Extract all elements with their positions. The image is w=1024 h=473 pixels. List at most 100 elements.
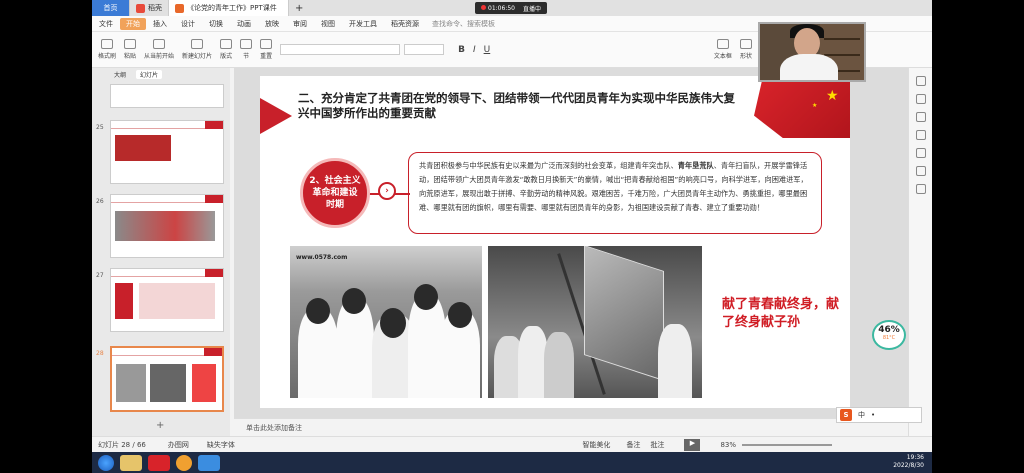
beautify-button[interactable]: 智能美化 [582, 440, 610, 450]
format-painter-button[interactable]: 格式刷 [98, 39, 116, 60]
italic-button[interactable]: I [473, 45, 476, 55]
slide-thumbnail-28[interactable] [110, 346, 224, 412]
reset-icon [260, 39, 273, 49]
photo-youth-group[interactable]: www.0578.com [290, 246, 482, 398]
webcam-overlay [758, 22, 866, 82]
menu-docer[interactable]: 稻壳资源 [384, 19, 426, 29]
slide-panel: 大纲 幻灯片 25 26 27 28 + [92, 68, 230, 436]
photo-flag-rally[interactable] [488, 246, 702, 398]
cube-icon[interactable] [915, 184, 926, 194]
arrow-icon: › [378, 182, 396, 200]
shape-button[interactable]: 形状 [739, 39, 752, 60]
tab-outline[interactable]: 大纲 [114, 70, 126, 79]
collapse-icon[interactable] [915, 76, 926, 86]
app-icon[interactable] [176, 454, 192, 471]
magic-icon[interactable] [915, 94, 926, 104]
font-name-select[interactable] [280, 44, 401, 55]
underline-button[interactable]: U [484, 45, 491, 55]
layout-button[interactable]: 版式 [220, 39, 232, 60]
sogou-icon: S [840, 409, 852, 421]
new-tab-button[interactable]: + [289, 0, 309, 16]
menu-transition[interactable]: 切换 [202, 19, 230, 29]
thumb-image [115, 283, 215, 319]
menu-view[interactable]: 视图 [314, 19, 342, 29]
menu-slideshow[interactable]: 放映 [258, 19, 286, 29]
tab-home[interactable]: 首页 [92, 0, 130, 16]
shape-icon [739, 39, 752, 49]
explorer-icon[interactable] [120, 454, 142, 471]
wps-window: 首页 稻壳 《论党的青年工作》PPT课件 + 01:06:50 直播中 文件 开始… [92, 0, 932, 452]
bold-button[interactable]: B [458, 45, 465, 55]
theme-name[interactable]: 办图网 [168, 440, 189, 450]
menu-review[interactable]: 审阅 [286, 19, 314, 29]
slide-thumbnail-25[interactable] [110, 120, 224, 184]
notes-button[interactable]: 备注 [626, 440, 640, 450]
slide-counter: 幻灯片 28 / 66 [98, 440, 146, 449]
docer-icon [136, 3, 145, 13]
menu-file[interactable]: 文件 [92, 19, 120, 29]
reset-button[interactable]: 重置 [260, 39, 272, 60]
paste-button[interactable]: 粘贴 [124, 39, 136, 60]
comments-button[interactable]: 批注 [650, 440, 664, 450]
right-sidebar [908, 68, 932, 436]
tab-slides[interactable]: 幻灯片 [136, 69, 163, 79]
textbox-icon [716, 39, 729, 49]
record-icon [481, 4, 486, 10]
settings-icon[interactable] [915, 148, 926, 158]
period-circle[interactable]: 2、社会主义革命和建设时期 [300, 158, 370, 228]
slide[interactable]: 二、充分肯定了共青团在党的领导下、团结带领一代代团员青年为实现中华民族伟大复兴中… [260, 76, 850, 408]
menu-insert[interactable]: 插入 [146, 19, 174, 29]
app-icon[interactable] [198, 454, 220, 471]
command-search[interactable]: 查找命令、搜索模板 [432, 19, 495, 29]
shape-tool-icon[interactable] [915, 130, 926, 140]
missing-font-button[interactable]: 缺失字体 [207, 440, 235, 450]
notes-area[interactable]: 单击此处添加备注 [234, 418, 908, 436]
play-icon [153, 39, 166, 49]
tab-docer[interactable]: 稻壳 [130, 0, 169, 16]
slogan-text[interactable]: 献了青春献终身，献了终身献子孙 [722, 296, 842, 332]
mic-icon: • [871, 411, 876, 419]
zoom-slider[interactable] [742, 443, 832, 446]
menu-developer[interactable]: 开发工具 [342, 19, 384, 29]
thumb-image [116, 364, 216, 402]
section-button[interactable]: 节 [240, 39, 253, 60]
live-indicator: 01:06:50 直播中 [475, 2, 547, 14]
new-slide-button[interactable]: 新建幻灯片 [182, 39, 212, 60]
brush-icon [101, 39, 113, 49]
thumb-number: 27 [96, 272, 104, 279]
performance-badge[interactable]: 46% 81°C [872, 320, 906, 350]
slide-thumbnail-27[interactable] [110, 268, 224, 332]
thumb-image [115, 211, 215, 241]
wps-icon[interactable] [148, 454, 170, 471]
textbox-button[interactable]: 文本框 [714, 39, 732, 60]
slide-title[interactable]: 二、充分肯定了共青团在党的领导下、团结带领一代代团员青年为实现中华民族伟大复兴中… [298, 91, 738, 121]
thumb-number: 28 [96, 350, 104, 357]
play-icon[interactable]: ▶ [684, 438, 701, 451]
menu-home[interactable]: 开始 [120, 17, 146, 30]
slide-thumbnail-24[interactable] [110, 84, 224, 108]
menu-design[interactable]: 设计 [174, 19, 202, 29]
zoom-level: 83% [720, 440, 736, 449]
paste-icon [124, 39, 137, 49]
menu-animation[interactable]: 动画 [230, 19, 258, 29]
copy-icon[interactable] [915, 112, 926, 122]
slide-canvas: 二、充分肯定了共青团在党的领导下、团结带领一代代团员青年为实现中华民族伟大复兴中… [234, 68, 908, 418]
font-size-select[interactable] [404, 44, 445, 55]
star-icon: ★ [812, 102, 818, 109]
tab-document[interactable]: 《论党的青年工作》PPT课件 [169, 0, 289, 16]
add-slide-button[interactable]: + [156, 420, 164, 431]
star-icon: ★ [826, 88, 839, 104]
ime-toolbar[interactable]: S 中 • [836, 407, 922, 423]
new-slide-icon [191, 39, 204, 49]
status-bar: 幻灯片 28 / 66 办图网 缺失字体 智能美化 备注 批注 ▶ 83% [92, 436, 932, 452]
thumb-image [115, 135, 171, 161]
slide-thumbnail-26[interactable] [110, 194, 224, 258]
title-marker [260, 98, 292, 134]
photo-caption: www.0578.com [296, 254, 348, 261]
thumb-number: 25 [96, 124, 104, 131]
body-textbox[interactable]: 共青团积极参与中华民族有史以来最为广泛而深刻的社会变革，组建青年突击队、青年垦荒… [408, 152, 822, 234]
play-current-button[interactable]: 从当前开始 [144, 39, 174, 60]
start-icon[interactable] [98, 454, 114, 471]
location-icon[interactable] [915, 166, 926, 176]
panel-tabs: 大纲 幻灯片 [92, 68, 230, 80]
